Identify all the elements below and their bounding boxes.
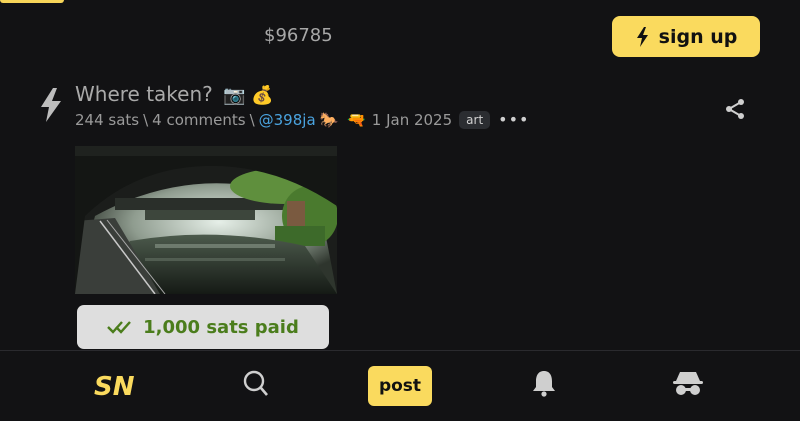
sign-up-button[interactable]: sign up	[612, 16, 760, 57]
logo-text: SN	[94, 372, 135, 402]
paid-label: 1,000 sats paid	[143, 316, 299, 338]
btc-price[interactable]: $96785	[264, 25, 333, 46]
top-nav-indicator	[0, 0, 64, 3]
post-meta: 244 sats \ 4 comments \ @398ja 🐎 🔫 1 Jan…	[75, 110, 529, 129]
bottom-nav: SN post	[0, 350, 800, 421]
search-icon[interactable]	[243, 369, 269, 397]
more-options-icon[interactable]: •••	[498, 110, 529, 129]
anon-icon[interactable]	[672, 369, 704, 397]
user-link[interactable]: @398ja	[259, 111, 316, 129]
sign-up-label: sign up	[658, 25, 738, 48]
sats-count[interactable]: 244 sats	[75, 111, 139, 129]
bell-icon[interactable]	[531, 369, 557, 397]
sn-logo-icon[interactable]: SN	[92, 367, 136, 403]
comments-link[interactable]: 4 comments	[152, 111, 245, 129]
lightning-icon	[636, 26, 648, 47]
share-icon[interactable]	[723, 97, 747, 121]
sats-paid-badge: 1,000 sats paid	[77, 305, 329, 349]
double-check-icon	[107, 321, 132, 334]
post-image[interactable]	[75, 146, 337, 294]
canal-bridge-photo	[75, 146, 337, 294]
tag-badge[interactable]: art	[459, 110, 491, 129]
meta-separator: \	[249, 110, 255, 129]
title-emojis: 📷 💰	[223, 85, 274, 106]
meta-separator: \	[143, 110, 149, 129]
user-badges: 🐎 🔫	[319, 110, 368, 129]
lightning-icon[interactable]	[38, 88, 64, 122]
post-title-link[interactable]: Where taken? 📷 💰	[75, 82, 274, 106]
post-date[interactable]: 1 Jan 2025	[372, 111, 452, 129]
post-title: Where taken?	[75, 82, 213, 106]
post-button[interactable]: post	[368, 366, 432, 406]
